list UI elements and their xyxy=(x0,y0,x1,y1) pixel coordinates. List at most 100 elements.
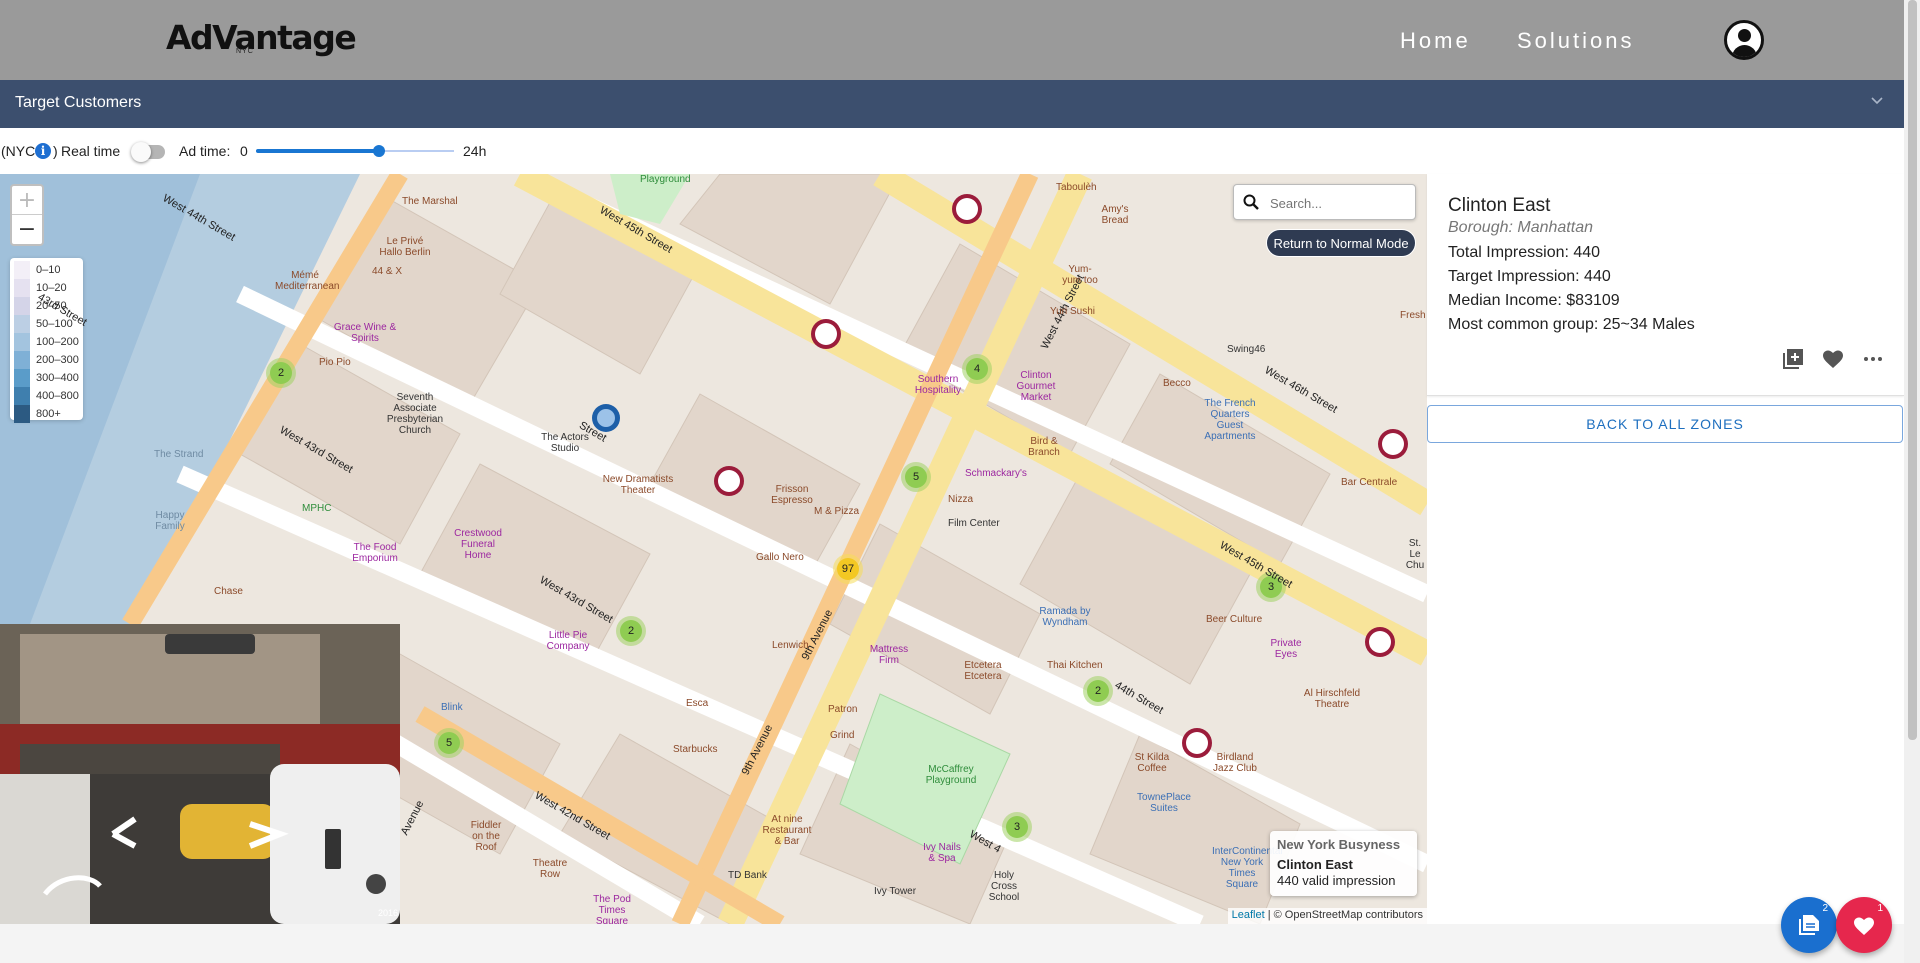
map-view[interactable]: + − 0–10 10–20 20–50 50–100 100–200 200–300 30… xyxy=(0,174,1427,924)
total-impression: Total Impression: 440 xyxy=(1448,244,1601,261)
legend-row: 400–800 xyxy=(14,387,83,405)
poi-label: Patron xyxy=(828,704,858,715)
cluster-count: 5 xyxy=(438,732,460,754)
busyness-legend: 0–10 10–20 20–50 50–100 100–200 200–300 300–40… xyxy=(10,258,83,423)
street-view-image xyxy=(0,624,400,924)
map-cluster[interactable]: 2 xyxy=(616,616,646,646)
legend-swatch xyxy=(14,405,30,423)
reports-count-badge: 2 xyxy=(1822,903,1828,914)
poi-label: Schmackary's xyxy=(965,468,1027,479)
poi-label: Ivy Tower xyxy=(874,886,917,897)
favorites-fab-button[interactable]: 1 xyxy=(1836,897,1892,953)
favorite-heart-icon[interactable] xyxy=(1821,347,1845,371)
map-cluster[interactable]: 3 xyxy=(1002,812,1032,842)
poi-label: TownePlace Suites xyxy=(1137,792,1191,814)
tooltip-value: 440 valid impression xyxy=(1277,873,1396,888)
return-to-normal-mode-button[interactable]: Return to Normal Mode xyxy=(1266,229,1416,257)
nyc-paren: ) xyxy=(53,143,58,159)
poi-label: Birdland Jazz Club xyxy=(1213,752,1257,774)
poi-label: M & Pizza xyxy=(814,506,860,517)
poi-label: Beer Culture xyxy=(1206,614,1263,625)
poi-label: The Actors Studio xyxy=(541,432,589,454)
tooltip-title: New York Busyness xyxy=(1277,837,1401,852)
poi-label: Happy Family xyxy=(155,510,185,532)
nav-home-link[interactable]: Home xyxy=(1400,28,1471,54)
poi-label: Etcetera Etcetera xyxy=(964,660,1002,682)
map-search-box[interactable] xyxy=(1233,184,1416,220)
legend-swatch xyxy=(14,369,30,387)
legend-row: 300–400 xyxy=(14,369,83,387)
add-report-icon[interactable] xyxy=(1781,347,1805,371)
poi-label: New Dramatists Theater xyxy=(602,474,674,496)
nyc-label: (NYC xyxy=(1,143,36,159)
zone-details-panel: Clinton East Borough: Manhattan Total Im… xyxy=(1427,174,1904,924)
poi-label: Starbucks xyxy=(673,744,718,755)
poi-label: At nine Restaurant & Bar xyxy=(762,814,812,847)
legend-label: 800+ xyxy=(36,408,61,420)
legend-row: 100–200 xyxy=(14,333,83,351)
poi-label: St. Le Chu xyxy=(1405,538,1425,571)
poi-label: Seventh Associate Presbyterian Church xyxy=(386,392,444,436)
poi-label: Al Hirschfeld Theatre xyxy=(1303,688,1361,710)
back-to-all-zones-button[interactable]: BACK TO ALL ZONES xyxy=(1427,405,1903,443)
leaflet-link[interactable]: Leaflet xyxy=(1232,909,1265,921)
zoom-out-button[interactable]: − xyxy=(12,215,42,244)
map-cluster[interactable]: 2 xyxy=(266,358,296,388)
poi-label: Clinton Gourmet Market xyxy=(1016,370,1056,403)
realtime-toggle[interactable] xyxy=(131,142,165,162)
more-options-icon[interactable] xyxy=(1861,347,1885,371)
street-view-panel[interactable]: 2016 xyxy=(0,624,400,924)
poi-label: Fresh xyxy=(1400,310,1426,321)
poi-label: Le Privé Hallo Berlin xyxy=(379,236,431,258)
poi-label: 44 & X xyxy=(372,266,403,277)
map-cluster[interactable]: 5 xyxy=(434,728,464,758)
cluster-count: 2 xyxy=(620,620,642,642)
poi-label: The Pod Times Square xyxy=(593,894,631,924)
poi-label: Southern Hospitality xyxy=(914,374,962,396)
search-icon xyxy=(1243,194,1259,210)
poi-label: Crestwood Funeral Home xyxy=(454,528,502,561)
slider-min-label: 0 xyxy=(240,143,248,159)
cluster-count: 97 xyxy=(837,558,859,580)
reports-fab-button[interactable]: 2 xyxy=(1781,897,1837,953)
poi-label: The Marshal xyxy=(402,196,458,207)
poi-label: Mémé Mediterranean xyxy=(275,270,340,292)
legend-label: 300–400 xyxy=(36,372,79,384)
cluster-count: 4 xyxy=(966,358,988,380)
legend-row: 0–10 xyxy=(14,261,83,279)
poi-label: Little Pie Company xyxy=(546,630,590,652)
map-search-input[interactable] xyxy=(1270,193,1410,213)
legend-label: 200–300 xyxy=(36,354,79,366)
legend-label: 0–10 xyxy=(36,264,61,276)
poi-label: Ivy Nails & Spa xyxy=(923,842,961,864)
legend-swatch xyxy=(14,297,30,315)
account-avatar-icon[interactable] xyxy=(1724,20,1764,60)
zoom-in-button[interactable]: + xyxy=(12,186,42,215)
target-customers-accordion[interactable]: Target Customers xyxy=(0,80,1904,128)
map-cluster[interactable]: 2 xyxy=(1083,676,1113,706)
info-icon[interactable]: i xyxy=(35,143,51,159)
page-scrollbar[interactable] xyxy=(1904,0,1920,963)
chevron-down-icon[interactable] xyxy=(1870,94,1884,108)
legend-swatch xyxy=(14,261,30,279)
adtime-slider-thumb[interactable] xyxy=(372,145,385,157)
poi-label: St Kilda Coffee xyxy=(1134,752,1170,774)
legend-swatch xyxy=(14,351,30,369)
poi-label: TD Bank xyxy=(728,870,767,881)
page-footer xyxy=(0,924,1904,963)
map-attribution: Leaflet | © OpenStreetMap contributors xyxy=(1227,908,1427,924)
poi-label: Pio Pio xyxy=(319,357,351,368)
scrollbar-thumb[interactable] xyxy=(1908,0,1917,740)
poi-label: Gallo Nero xyxy=(756,552,804,563)
logo[interactable]: AdVantage xyxy=(166,18,357,57)
poi-label: InterContinental New York Times Square xyxy=(1212,846,1283,890)
accordion-title: Target Customers xyxy=(15,94,142,111)
cluster-count: 5 xyxy=(905,466,927,488)
realtime-label: Real time xyxy=(61,143,121,159)
nav-solutions-link[interactable]: Solutions xyxy=(1517,28,1635,54)
poi-label: Swing46 xyxy=(1227,344,1266,355)
poi-label: Nizza xyxy=(948,494,974,505)
map-cluster[interactable]: 97 xyxy=(833,554,863,584)
map-cluster[interactable]: 5 xyxy=(901,462,931,492)
target-impression: Target Impression: 440 xyxy=(1448,268,1611,285)
